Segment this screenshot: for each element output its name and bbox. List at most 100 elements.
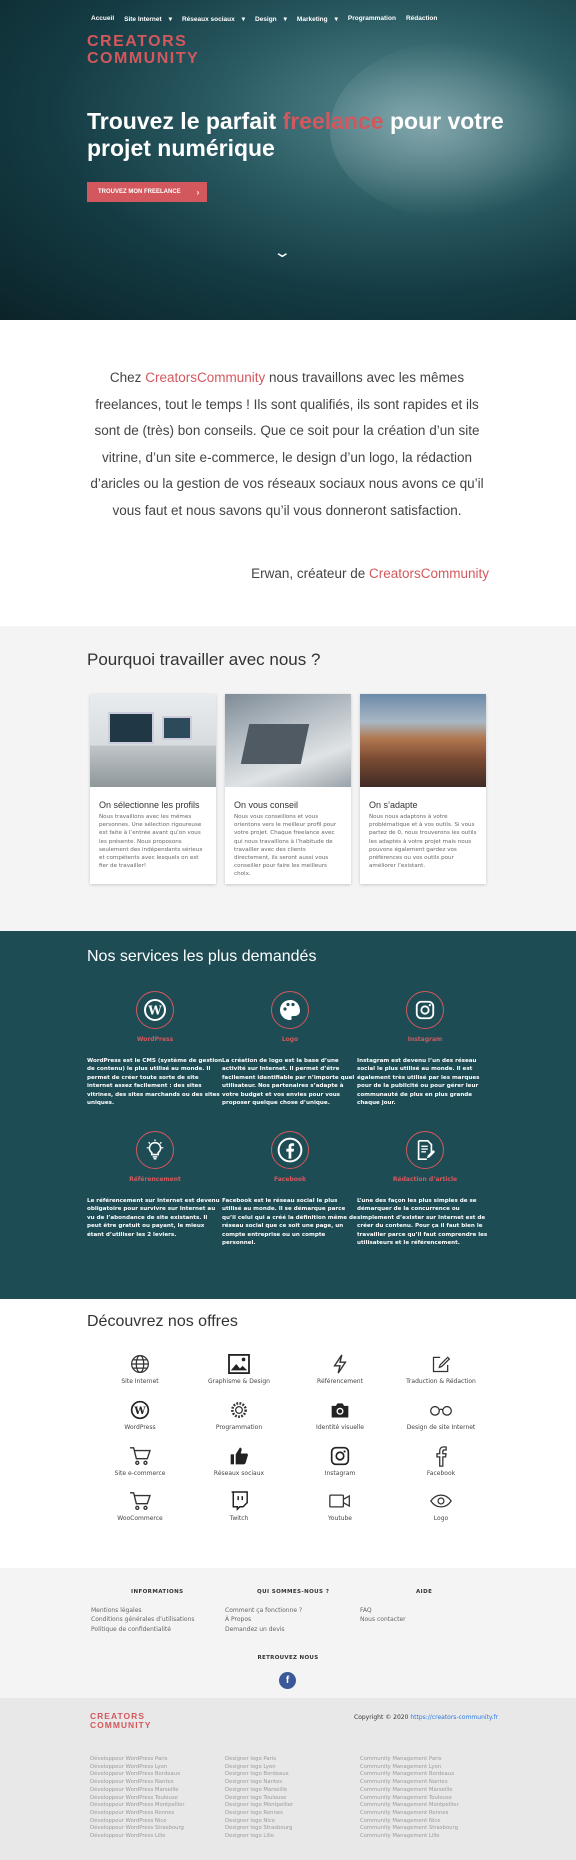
- seo-link[interactable]: Designer logo Strasbourg: [225, 1825, 293, 1833]
- footer-link[interactable]: Mentions légales: [91, 1606, 195, 1616]
- card-text: Nous vous conseillons et vous orientons …: [234, 814, 337, 878]
- offer-item[interactable]: Identité visuelle: [295, 1399, 385, 1431]
- footer-link[interactable]: Politique de confidentialité: [91, 1625, 195, 1635]
- seo-link[interactable]: Community Management Nice: [360, 1818, 459, 1826]
- service-referencement[interactable]: Référencement Le référencement sur Inter…: [87, 1131, 223, 1239]
- offer-item[interactable]: Traduction & Rédaction: [396, 1353, 486, 1385]
- seo-link[interactable]: Designer logo Lille: [225, 1833, 293, 1841]
- nav-item-label: Marketing: [296, 16, 328, 23]
- seo-link[interactable]: Community Management Montpellier: [360, 1802, 459, 1810]
- nav-item-accueil[interactable]: Accueil: [91, 15, 114, 23]
- service-name: Rédaction d’article: [392, 1176, 458, 1183]
- services-section: Nos services les plus demandés W WordPre…: [0, 931, 576, 1299]
- seo-link[interactable]: Développeur WordPress Rennes: [90, 1810, 185, 1818]
- nav-item-programmation[interactable]: Programmation: [348, 15, 396, 23]
- service-redaction[interactable]: Rédaction d’article L’une des façon les …: [357, 1131, 493, 1247]
- road-landscape-image: [360, 694, 486, 787]
- copyright-text: Copyright © 2020: [354, 1714, 411, 1721]
- seo-link[interactable]: Designer logo Nice: [225, 1818, 293, 1826]
- facebook-icon[interactable]: f: [279, 1672, 296, 1689]
- footer-link[interactable]: Demandez un devis: [225, 1625, 329, 1635]
- offer-label: Design de site Internet: [406, 1424, 476, 1431]
- nav-item-redaction[interactable]: Rédaction: [406, 15, 437, 23]
- offer-label: Youtube: [328, 1515, 352, 1522]
- find-freelance-button[interactable]: TROUVEZ MON FREELANCE ›: [87, 182, 207, 202]
- offer-item[interactable]: W WordPress: [95, 1399, 185, 1431]
- seo-link[interactable]: Designer logo Marseille: [225, 1787, 293, 1795]
- service-text: L’une des façon les plus simples de se d…: [357, 1198, 488, 1247]
- why-title: Pourquoi travailler avec nous ?: [87, 650, 321, 669]
- seo-link[interactable]: Développeur WordPress Paris: [90, 1756, 185, 1764]
- card-title: On sélectionne les profils: [99, 800, 200, 810]
- camera-icon: [295, 1399, 385, 1421]
- copyright-link[interactable]: https://creators-community.fr: [410, 1714, 498, 1721]
- service-logo[interactable]: Logo La création de logo est la base d’u…: [222, 991, 358, 1107]
- seo-link[interactable]: Designer logo Montpellier: [225, 1802, 293, 1810]
- desk-computer-image: [90, 694, 216, 787]
- footer: INFORMATIONS Mentions légales Conditions…: [0, 1568, 576, 1698]
- seo-link[interactable]: Community Management Paris: [360, 1756, 459, 1764]
- wordpress-icon: W: [136, 991, 174, 1029]
- nav-item-site-internet[interactable]: Site Internet ▾: [124, 15, 172, 23]
- offer-item[interactable]: Youtube: [295, 1490, 385, 1522]
- seo-link[interactable]: Développeur WordPress Nantes: [90, 1779, 185, 1787]
- offer-item[interactable]: Logo: [396, 1490, 486, 1522]
- seo-link[interactable]: Designer logo Rennes: [225, 1810, 293, 1818]
- footer-link[interactable]: Nous contacter: [360, 1615, 432, 1625]
- seo-link[interactable]: Community Management Strasbourg: [360, 1825, 459, 1833]
- offer-label: Site e-commerce: [114, 1470, 166, 1477]
- offer-item[interactable]: Site e-commerce: [95, 1445, 185, 1477]
- seo-link[interactable]: Community Management Bordeaux: [360, 1771, 459, 1779]
- nav-item-marketing[interactable]: Marketing ▾: [297, 15, 338, 23]
- footer-logo[interactable]: CREATORS COMMUNITY: [90, 1712, 151, 1730]
- seo-link[interactable]: Community Management Rennes: [360, 1810, 459, 1818]
- offer-item[interactable]: Réseaux sociaux: [194, 1445, 284, 1477]
- main-nav: Accueil Site Internet ▾ Réseaux sociaux ▾ …: [91, 15, 437, 23]
- seo-link[interactable]: Community Management Lyon: [360, 1764, 459, 1772]
- seo-link[interactable]: Community Management Nantes: [360, 1779, 459, 1787]
- seo-link[interactable]: Designer logo Bordeaux: [225, 1771, 293, 1779]
- footer-link[interactable]: Conditions générales d’utilisations: [91, 1615, 195, 1625]
- seo-link[interactable]: Designer logo Nantes: [225, 1779, 293, 1787]
- service-text: La création de logo est la base d’une ac…: [222, 1058, 355, 1107]
- service-instagram[interactable]: Instagram Instagram est devenu l’un des …: [357, 991, 493, 1107]
- copyright: Copyright © 2020 https://creators-commun…: [354, 1714, 498, 1721]
- seo-link[interactable]: Développeur WordPress Montpellier: [90, 1802, 185, 1810]
- offer-item[interactable]: WooCommerce: [95, 1490, 185, 1522]
- seo-link[interactable]: Community Management Lille: [360, 1833, 459, 1841]
- seo-link[interactable]: Développeur WordPress Marseille: [90, 1787, 185, 1795]
- offers-title: Découvrez nos offres: [87, 1313, 238, 1330]
- site-logo[interactable]: CREATORS COMMUNITY: [87, 33, 199, 67]
- seo-link[interactable]: Développeur WordPress Strasbourg: [90, 1825, 185, 1833]
- offer-item[interactable]: Graphisme & Design: [194, 1353, 284, 1385]
- offer-item[interactable]: Facebook: [396, 1445, 486, 1477]
- offer-item[interactable]: Design de site Internet: [396, 1399, 486, 1431]
- footer-col-aide: AIDE FAQ Nous contacter: [360, 1588, 432, 1625]
- seo-link[interactable]: Designer logo Toulouse: [225, 1795, 293, 1803]
- eye-icon: [396, 1490, 486, 1512]
- offer-item[interactable]: Instagram: [295, 1445, 385, 1477]
- seo-link[interactable]: Designer logo Paris: [225, 1756, 293, 1764]
- seo-link[interactable]: Développeur WordPress Lille: [90, 1833, 185, 1841]
- card-selection: On sélectionne les profils Nous travaill…: [90, 694, 216, 884]
- seo-link[interactable]: Développeur WordPress Bordeaux: [90, 1771, 185, 1779]
- footer-link[interactable]: À Propos: [225, 1615, 329, 1625]
- nav-item-reseaux-sociaux[interactable]: Réseaux sociaux ▾: [182, 15, 245, 23]
- footer-link[interactable]: FAQ: [360, 1606, 432, 1616]
- offer-label: Traduction & Rédaction: [406, 1378, 476, 1385]
- seo-link[interactable]: Designer logo Lyon: [225, 1764, 293, 1772]
- nav-item-design[interactable]: Design ▾: [255, 15, 287, 23]
- seo-link[interactable]: Community Management Toulouse: [360, 1795, 459, 1803]
- offer-item[interactable]: Site Internet: [95, 1353, 185, 1385]
- seo-link[interactable]: Community Management Marseille: [360, 1787, 459, 1795]
- service-wordpress[interactable]: W WordPress WordPress est le CMS (systèm…: [87, 991, 223, 1107]
- pen-square-icon: [396, 1353, 486, 1375]
- lightbulb-icon: [136, 1131, 174, 1169]
- scroll-down-icon[interactable]: ⌄: [273, 243, 292, 261]
- offer-item[interactable]: Programmation: [194, 1399, 284, 1431]
- offer-item[interactable]: Twitch: [194, 1490, 284, 1522]
- service-text: Le référencement sur Internet est devenu…: [87, 1198, 220, 1238]
- service-facebook[interactable]: Facebook Facebook est le réseau social l…: [222, 1131, 358, 1247]
- footer-link[interactable]: Comment ça fonctionne ?: [225, 1606, 329, 1616]
- offer-item[interactable]: Référencement: [295, 1353, 385, 1385]
